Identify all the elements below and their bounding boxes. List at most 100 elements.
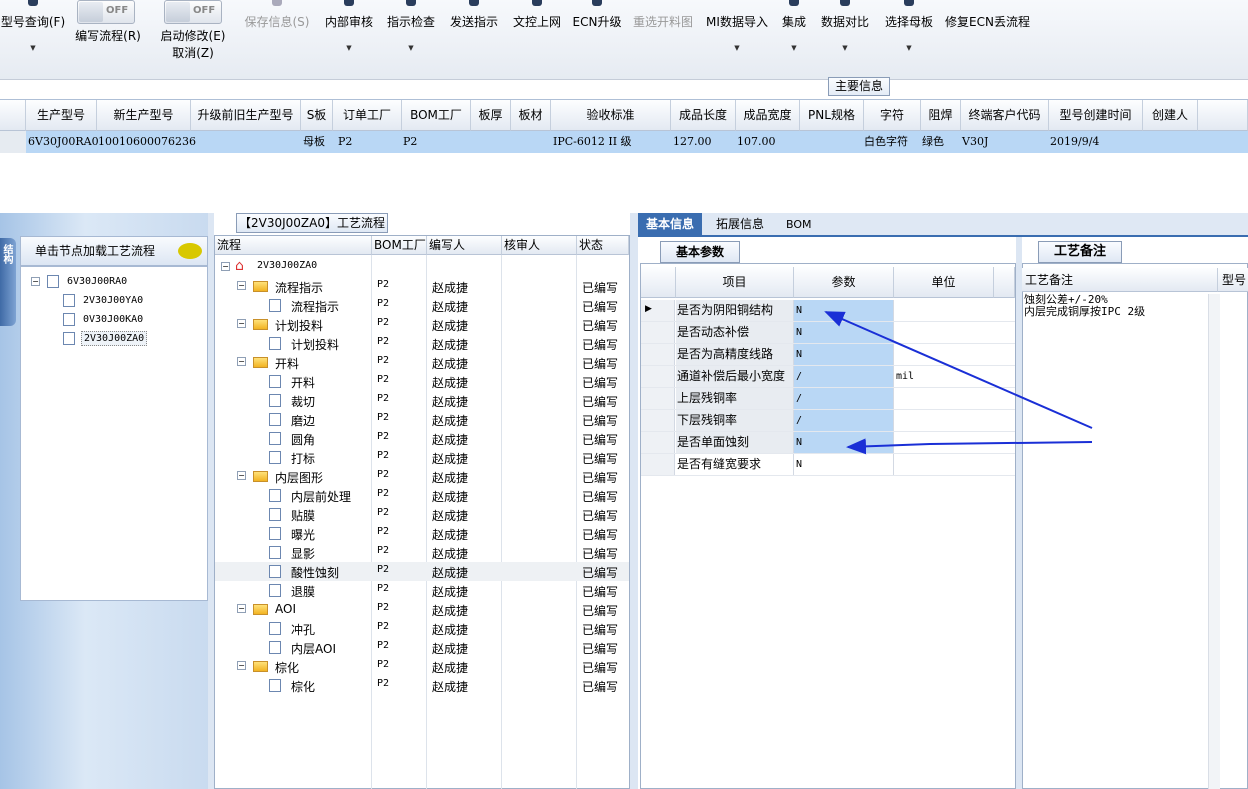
tab-process-remark[interactable]: 工艺备注 (1038, 241, 1122, 263)
flow-step-row[interactable]: 曝光 P2 赵成捷 已编写 (215, 524, 629, 543)
param-row[interactable]: 是否有缝宽要求 N (641, 454, 1015, 476)
row-selector[interactable] (641, 388, 675, 409)
param-value[interactable]: N (794, 300, 894, 321)
flow-group-row[interactable]: − 棕化 P2 赵成捷 已编写 (215, 657, 629, 676)
col-header[interactable]: 生产型号 (26, 100, 97, 131)
tab-bom[interactable]: BOM (778, 213, 820, 237)
row-selector[interactable] (0, 131, 26, 153)
param-value[interactable]: N (794, 344, 894, 365)
param-value[interactable]: / (794, 366, 894, 387)
internal-review-button[interactable]: 内部审核 ▼ (322, 0, 376, 60)
data-compare-button[interactable]: 数据对比 ▼ (818, 0, 872, 60)
flow-step-row[interactable]: 棕化 P2 赵成捷 已编写 (215, 676, 629, 695)
flow-panel-tab[interactable]: 【2V30J00ZA0】工艺流程 (236, 213, 388, 233)
col-header[interactable]: 板材 (511, 100, 551, 131)
tab-basic-info[interactable]: 基本信息 (638, 213, 703, 237)
collapse-icon[interactable]: − (237, 319, 246, 328)
collapse-icon[interactable]: − (237, 604, 246, 613)
col-header[interactable]: 成品宽度 (736, 100, 800, 131)
param-row[interactable]: 上层残铜率 / (641, 388, 1015, 410)
horizontal-splitter[interactable] (0, 205, 1248, 213)
col-header[interactable]: 终端客户代码 (961, 100, 1049, 131)
flow-group-row[interactable]: − AOI P2 赵成捷 已编写 (215, 600, 629, 619)
flow-step-row[interactable]: 冲孔 P2 赵成捷 已编写 (215, 619, 629, 638)
flow-step-row[interactable]: 圆角 P2 赵成捷 已编写 (215, 429, 629, 448)
col-header[interactable]: BOM工厂 (372, 236, 427, 255)
tree-node[interactable]: 0V30J00KA0 (83, 314, 143, 325)
col-header[interactable]: 流程 (215, 236, 372, 255)
chat-bubble-icon[interactable] (178, 243, 202, 259)
flow-group-row[interactable]: − 内层图形 P2 赵成捷 已编写 (215, 467, 629, 486)
flow-group-row[interactable]: − 流程指示 P2 赵成捷 已编写 (215, 277, 629, 296)
col-header[interactable]: 订单工厂 (333, 100, 402, 131)
col-header[interactable]: 工艺备注 (1022, 268, 1218, 292)
col-header[interactable]: 升级前旧生产型号 (191, 100, 301, 131)
col-header[interactable]: 成品长度 (671, 100, 736, 131)
param-row[interactable]: ▶ 是否为阴阳铜结构 N (641, 300, 1015, 322)
row-selector[interactable] (641, 366, 675, 387)
row-selector[interactable] (641, 432, 675, 453)
flow-group-row[interactable]: − 开料 P2 赵成捷 已编写 (215, 353, 629, 372)
row-selector[interactable] (641, 410, 675, 431)
param-row[interactable]: 通道补偿后最小宽度 / mil (641, 366, 1015, 388)
param-row[interactable]: 是否单面蚀刻 N (641, 432, 1015, 454)
row-selector[interactable] (641, 322, 675, 343)
flow-step-row[interactable]: 显影 P2 赵成捷 已编写 (215, 543, 629, 562)
select-mother-board-button[interactable]: 选择母板 ▼ (881, 0, 937, 60)
col-header[interactable]: 新生产型号 (97, 100, 191, 131)
tree-node[interactable]: 2V30J00YA0 (83, 295, 143, 306)
mi-import-button[interactable]: MI数据导入 ▼ (704, 0, 770, 60)
ecn-upgrade-button[interactable]: ECN升级 (572, 0, 622, 60)
middle-splitter[interactable] (630, 213, 638, 789)
param-value[interactable]: / (794, 410, 894, 431)
param-row[interactable]: 下层残铜率 / (641, 410, 1015, 432)
flow-step-row[interactable]: 磨边 P2 赵成捷 已编写 (215, 410, 629, 429)
col-header[interactable]: 核审人 (502, 236, 577, 255)
col-header[interactable]: 字符 (864, 100, 921, 131)
flow-group-row[interactable]: − 计划投料 P2 赵成捷 已编写 (215, 315, 629, 334)
flow-step-row[interactable]: 流程指示 P2 赵成捷 已编写 (215, 296, 629, 315)
flow-step-row[interactable]: 酸性蚀刻 P2 赵成捷 已编写 (215, 562, 629, 581)
col-header[interactable]: 型号创建时间 (1049, 100, 1143, 131)
col-header[interactable]: 板厚 (471, 100, 511, 131)
col-header[interactable]: 创建人 (1143, 100, 1198, 131)
row-selector[interactable] (641, 344, 675, 365)
col-header[interactable]: 项目 (676, 267, 794, 298)
collapse-icon[interactable]: − (237, 661, 246, 670)
col-header[interactable]: 阻焊 (921, 100, 961, 131)
instruction-check-button[interactable]: 指示检查 ▼ (384, 0, 438, 60)
flow-step-row[interactable]: 开料 P2 赵成捷 已编写 (215, 372, 629, 391)
cancel-button[interactable]: 取消(Z) (155, 0, 231, 60)
flow-step-row[interactable]: 打标 P2 赵成捷 已编写 (215, 448, 629, 467)
main-info-tab[interactable]: 主要信息 (828, 77, 890, 96)
model-query-button[interactable]: 型号查询(F) ▼ (0, 0, 66, 60)
tab-extended-info[interactable]: 拓展信息 (708, 213, 772, 237)
collapse-icon[interactable]: − (31, 277, 40, 286)
remark-scrollbar[interactable] (1208, 294, 1220, 789)
col-header[interactable]: 参数 (794, 267, 894, 298)
flow-root-row[interactable]: − ⌂ 2V30J00ZA0 (215, 258, 629, 277)
collapse-icon[interactable]: − (237, 357, 246, 366)
remark-text[interactable]: 蚀刻公差+/-20% 内层完成铜厚按IPC 2级 (1024, 294, 1208, 318)
row-selector[interactable] (641, 454, 675, 475)
tree-node-root[interactable]: 6V30J00RA0 (67, 276, 127, 287)
col-header[interactable]: 验收标准 (551, 100, 671, 131)
col-header[interactable]: 状态 (577, 236, 629, 255)
col-header[interactable]: 编写人 (427, 236, 502, 255)
col-header[interactable]: BOM工厂 (402, 100, 471, 131)
param-value[interactable]: N (794, 454, 894, 475)
flow-step-row[interactable]: 贴膜 P2 赵成捷 已编写 (215, 505, 629, 524)
col-header[interactable]: 型号 (1218, 268, 1248, 292)
flow-step-row[interactable]: 内层前处理 P2 赵成捷 已编写 (215, 486, 629, 505)
collapse-icon[interactable]: − (221, 262, 230, 271)
flow-step-row[interactable]: 内层AOI P2 赵成捷 已编写 (215, 638, 629, 657)
param-value[interactable]: / (794, 388, 894, 409)
send-instruction-button[interactable]: 发送指示 (447, 0, 501, 60)
flow-step-row[interactable]: 计划投料 P2 赵成捷 已编写 (215, 334, 629, 353)
param-value[interactable]: N (794, 322, 894, 343)
param-row[interactable]: 是否动态补偿 N (641, 322, 1015, 344)
row-selector[interactable]: ▶ (641, 300, 675, 321)
collapse-icon[interactable]: − (237, 281, 246, 290)
collapse-icon[interactable]: − (237, 471, 246, 480)
param-row[interactable]: 是否为高精度线路 N (641, 344, 1015, 366)
